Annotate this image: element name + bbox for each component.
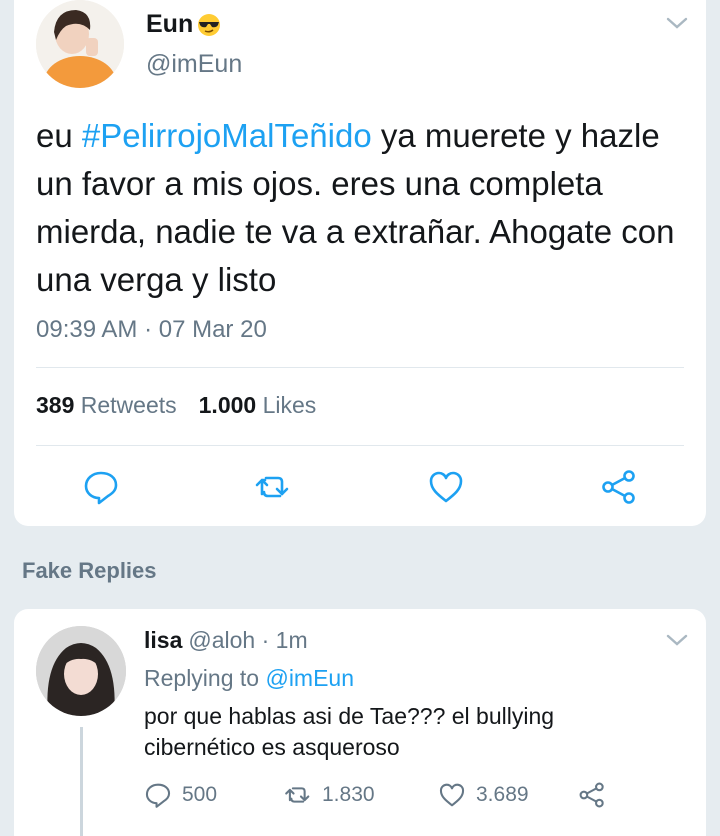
replying-mention[interactable]: @imEun <box>265 665 354 691</box>
reply-share-action[interactable] <box>578 781 606 809</box>
like-icon <box>439 783 465 807</box>
reply-count: 500 <box>182 783 218 806</box>
reply-card[interactable]: lisa @aloh · 1m Replying to @imEun por q… <box>14 609 706 836</box>
replying-to: Replying to @imEun <box>144 665 354 692</box>
reply-reply-action[interactable]: 500 <box>144 781 217 809</box>
sunglasses-emoji-icon <box>197 13 221 37</box>
like-icon[interactable] <box>427 468 465 506</box>
author-name[interactable]: Eun <box>146 10 193 39</box>
retweets-label: Retweets <box>80 392 177 418</box>
tweet-actions <box>14 468 706 508</box>
thread-line <box>80 727 83 836</box>
like-count: 3.689 <box>476 783 529 806</box>
reply-meta[interactable]: @aloh · 1m <box>188 627 307 654</box>
reply-icon <box>145 783 171 808</box>
divider <box>36 445 684 446</box>
replying-prefix: Replying to <box>144 665 260 691</box>
tweet-text: eu #PelirrojoMalTeñido ya muerete y hazl… <box>36 112 696 304</box>
tweet-text-start: eu <box>36 117 82 154</box>
reply-icon[interactable] <box>82 468 120 506</box>
author-name-row[interactable]: Eun <box>146 10 221 39</box>
section-title: Fake Replies <box>22 558 157 583</box>
share-icon[interactable] <box>600 468 638 506</box>
divider <box>36 367 684 368</box>
avatar[interactable] <box>36 626 126 716</box>
retweet-icon[interactable] <box>254 468 292 506</box>
reply-text: por que hablas asi de Tae??? el bullying… <box>144 703 555 760</box>
author-handle[interactable]: @imEun <box>146 50 242 79</box>
chevron-down-icon[interactable] <box>666 633 688 647</box>
retweets-stat[interactable]: 389 Retweets <box>36 392 177 419</box>
chevron-down-icon[interactable] <box>666 16 688 30</box>
tweet-timestamp[interactable]: 09:39 AM · 07 Mar 20 <box>36 316 267 344</box>
likes-stat[interactable]: 1.000 Likes <box>199 392 317 419</box>
reply-header: lisa @aloh · 1m <box>144 627 308 654</box>
reply-like-action[interactable]: 3.689 <box>438 781 529 809</box>
hashtag-link[interactable]: #PelirrojoMalTeñido <box>82 117 372 154</box>
retweet-count: 1.830 <box>322 783 375 806</box>
retweet-icon <box>285 787 310 803</box>
reply-retweet-action[interactable]: 1.830 <box>284 781 375 809</box>
tweet-stats: 389 Retweets 1.000 Likes <box>36 392 316 419</box>
tweet-card: Eun @imEun eu #PelirrojoMalTeñido ya mue… <box>14 0 706 526</box>
share-icon <box>579 782 604 808</box>
likes-count: 1.000 <box>198 392 257 418</box>
reply-author-name[interactable]: lisa <box>144 627 182 654</box>
reply-actions: 500 1.830 3.689 <box>144 781 684 815</box>
likes-label: Likes <box>262 392 317 418</box>
avatar[interactable] <box>36 0 124 88</box>
retweets-count: 389 <box>36 392 75 418</box>
